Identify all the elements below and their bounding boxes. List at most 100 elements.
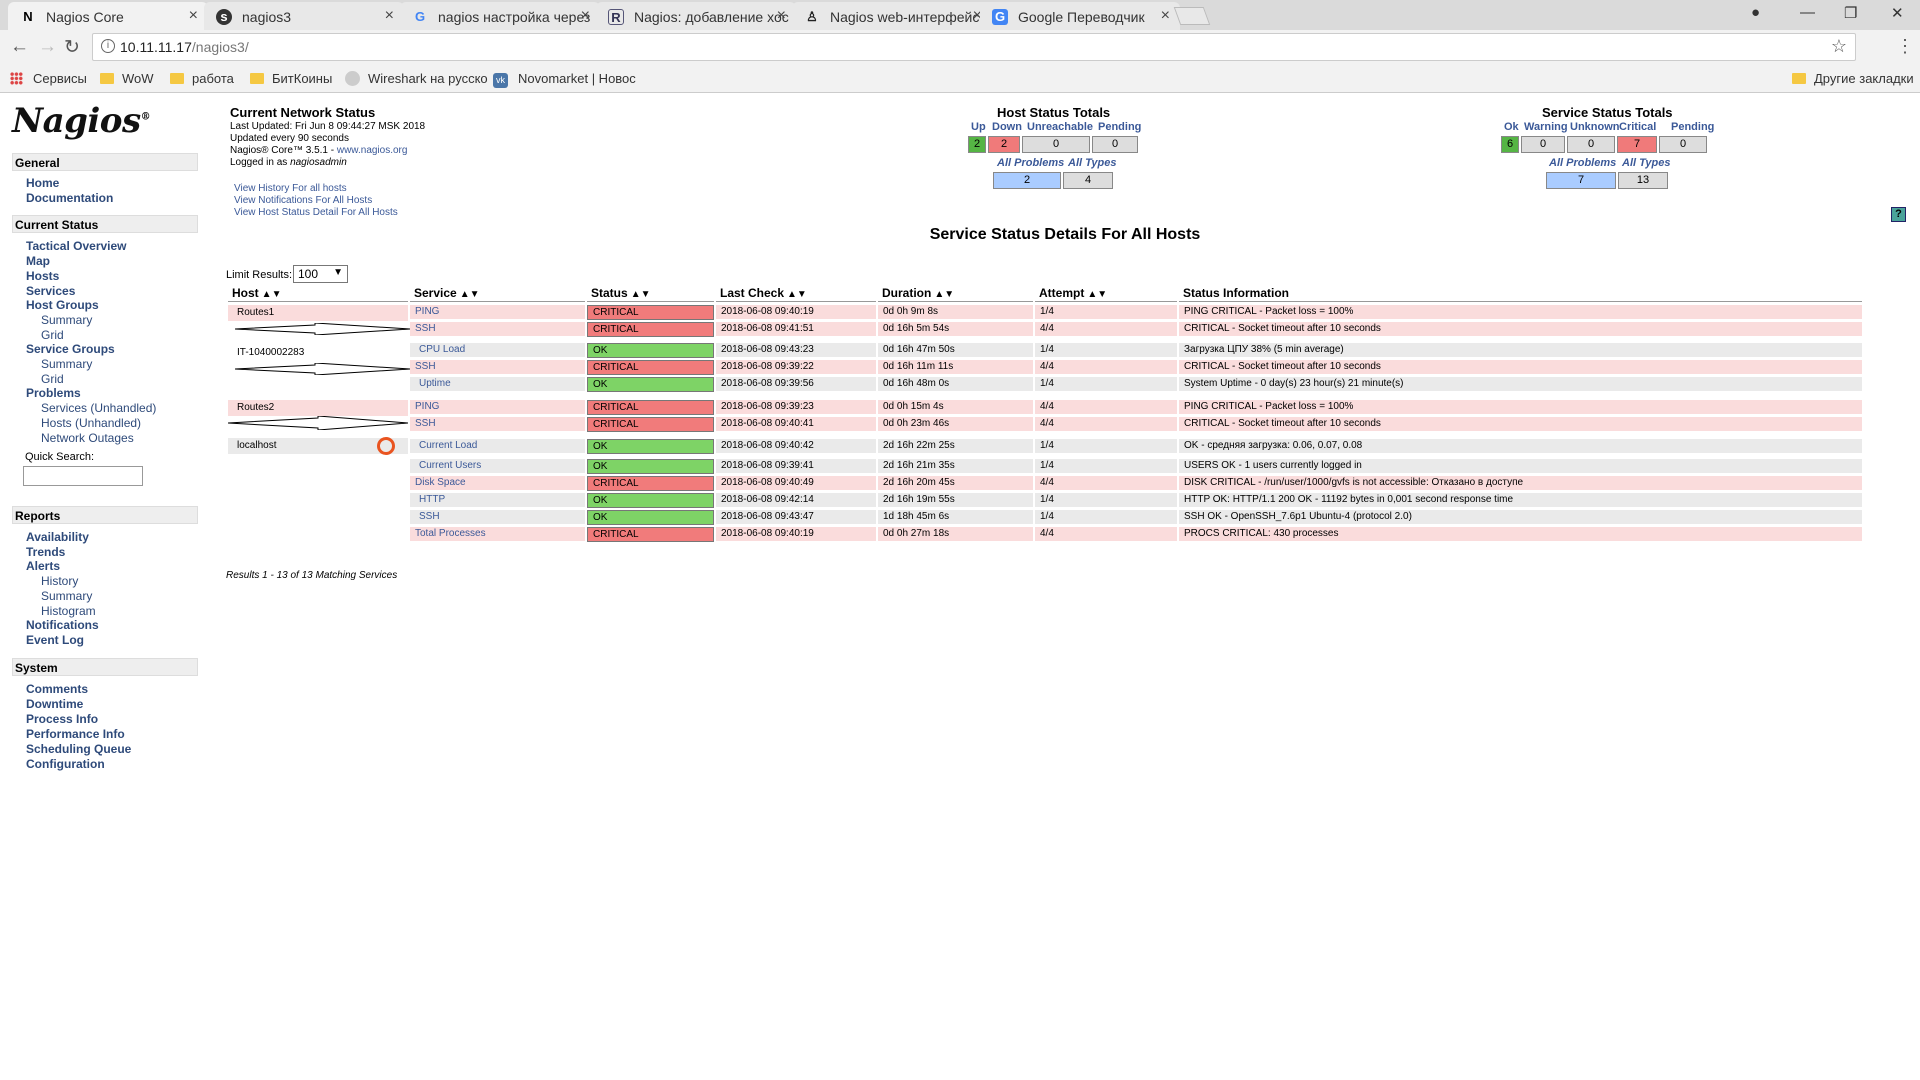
host-all-problems-label[interactable]: All Problems [997,157,1064,169]
bookmark-novomarket[interactable]: vk Novomarket | Новос [493,71,636,88]
nav-alerts-summary[interactable]: Summary [41,589,92,603]
col-last-check[interactable]: Last Check ▲▼ [716,286,876,302]
host-it-1040002283[interactable]: IT-1040002283 [228,345,408,361]
service-link[interactable]: CPU Load [410,343,585,357]
svc-warning-header[interactable]: Warning [1524,121,1568,133]
profile-icon[interactable]: ● [1751,4,1760,21]
nav-alerts[interactable]: Alerts [26,559,60,573]
tab-nagios-core[interactable]: N Nagios Core × [8,2,208,30]
host-up-count[interactable]: 2 [968,136,986,153]
nav-hosts[interactable]: Hosts [26,269,59,283]
nav-alerts-histogram[interactable]: Histogram [41,604,96,618]
host-pending-header[interactable]: Pending [1098,121,1141,133]
limit-results-select[interactable]: 100 ▼ [293,265,348,283]
nav-alerts-history[interactable]: History [41,574,78,588]
nav-host-groups-grid[interactable]: Grid [41,328,64,342]
bookmark-work[interactable]: работа [170,71,234,86]
host-routes2[interactable]: Routes2 [228,400,408,416]
nav-service-groups-summary[interactable]: Summary [41,357,92,371]
reload-icon[interactable]: ↻ [64,36,80,59]
nav-map[interactable]: Map [26,254,50,268]
nav-scheduling-queue[interactable]: Scheduling Queue [26,742,131,756]
tab-nagios-add-host[interactable]: R Nagios: добавление хос × [596,2,796,30]
sort-icon[interactable]: ▲▼ [1087,289,1107,300]
menu-icon[interactable]: ⋮ [1896,36,1914,57]
svc-critical-count[interactable]: 7 [1617,136,1657,153]
close-window-icon[interactable]: ✕ [1891,4,1904,22]
host-down-header[interactable]: Down [992,121,1022,133]
new-tab-button[interactable] [1173,7,1211,25]
close-icon[interactable]: × [385,7,394,25]
maximize-icon[interactable]: ❐ [1844,4,1857,22]
service-link[interactable]: Uptime [410,377,585,391]
nav-notifications[interactable]: Notifications [26,618,99,632]
nav-service-groups[interactable]: Service Groups [26,342,115,356]
host-all-types-count[interactable]: 4 [1063,172,1113,189]
nav-host-groups-summary[interactable]: Summary [41,313,92,327]
nagios-org-link[interactable]: www.nagios.org [337,145,408,156]
sort-icon[interactable]: ▲▼ [262,289,282,300]
nav-home[interactable]: Home [26,176,59,190]
sort-icon[interactable]: ▲▼ [631,289,651,300]
nav-performance-info[interactable]: Performance Info [26,727,125,741]
host-up-header[interactable]: Up [971,121,986,133]
host-down-count[interactable]: 2 [988,136,1020,153]
nav-network-outages[interactable]: Network Outages [41,431,134,445]
service-link[interactable]: SSH [410,322,585,336]
col-host[interactable]: Host ▲▼ [228,286,408,302]
tab-google-translate[interactable]: G Google Переводчик × [980,2,1180,30]
service-link[interactable]: HTTP [410,493,585,507]
close-icon[interactable]: × [581,7,590,25]
nav-problems[interactable]: Problems [26,386,81,400]
close-icon[interactable]: × [189,7,198,25]
svc-ok-header[interactable]: Ok [1504,121,1519,133]
service-link[interactable]: SSH [410,360,585,374]
nav-configuration[interactable]: Configuration [26,757,105,771]
bookmark-star-icon[interactable]: ☆ [1831,36,1847,57]
nav-event-log[interactable]: Event Log [26,633,84,647]
service-link[interactable]: SSH [410,417,585,431]
col-attempt[interactable]: Attempt ▲▼ [1035,286,1177,302]
service-link[interactable]: Current Users [410,459,585,473]
host-pending-count[interactable]: 0 [1092,136,1138,153]
sort-icon[interactable]: ▲▼ [787,289,807,300]
bookmark-wow[interactable]: WoW [100,71,154,86]
col-status[interactable]: Status ▲▼ [587,286,714,302]
minimize-icon[interactable]: — [1800,4,1815,21]
service-link[interactable]: Total Processes [410,527,585,541]
nav-trends[interactable]: Trends [26,545,65,559]
col-duration[interactable]: Duration ▲▼ [878,286,1033,302]
col-service[interactable]: Service ▲▼ [410,286,585,302]
sort-icon[interactable]: ▲▼ [460,289,480,300]
nav-hosts-unhandled[interactable]: Hosts (Unhandled) [41,416,141,430]
tab-nagios3[interactable]: s nagios3 × [204,2,404,30]
tab-nagios-web[interactable]: ♙ Nagios web-интерфейс × [792,2,992,30]
link-view-host-detail[interactable]: View Host Status Detail For All Hosts [234,207,398,218]
help-icon[interactable]: ? [1891,207,1906,222]
nav-tactical-overview[interactable]: Tactical Overview [26,239,127,253]
svc-pending-header[interactable]: Pending [1671,121,1714,133]
nav-services-unhandled[interactable]: Services (Unhandled) [41,401,156,415]
nav-host-groups[interactable]: Host Groups [26,298,99,312]
back-icon[interactable]: ← [10,36,29,58]
link-view-history[interactable]: View History For all hosts [234,183,347,194]
service-link[interactable]: Disk Space [410,476,585,490]
service-link[interactable]: PING [410,400,585,414]
svc-unknown-header[interactable]: Unknown [1570,121,1620,133]
svc-all-types-label[interactable]: All Types [1622,157,1671,169]
close-icon[interactable]: × [1161,7,1170,25]
service-link[interactable]: PING [410,305,585,319]
host-all-types-label[interactable]: All Types [1068,157,1117,169]
forward-icon[interactable]: → [38,36,57,58]
svc-pending-count[interactable]: 0 [1659,136,1707,153]
nav-documentation[interactable]: Documentation [26,191,113,205]
sort-icon[interactable]: ▲▼ [934,289,954,300]
bookmark-other[interactable]: Другие закладки [1792,71,1914,86]
host-all-problems-count[interactable]: 2 [993,172,1061,189]
service-link[interactable]: Current Load [410,439,585,453]
bookmark-wireshark[interactable]: Wireshark на русско [345,71,488,86]
host-unreachable-header[interactable]: Unreachable [1027,121,1093,133]
address-bar[interactable]: i 10.11.11.17/nagios3/ ☆ [92,33,1856,61]
nav-availability[interactable]: Availability [26,530,89,544]
svc-critical-header[interactable]: Critical [1619,121,1656,133]
